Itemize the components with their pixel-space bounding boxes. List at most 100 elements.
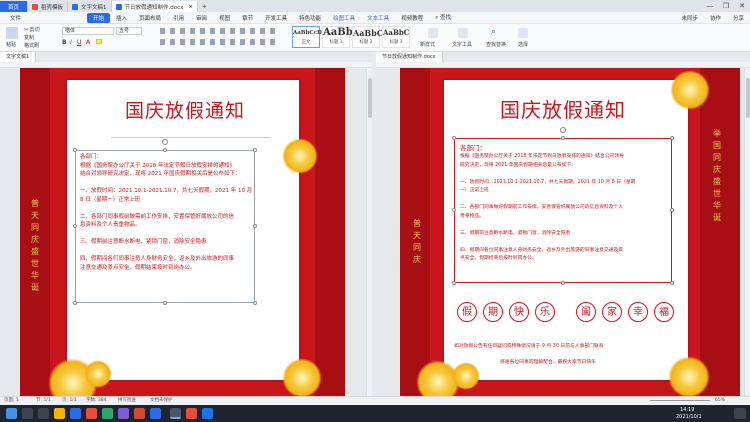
left-scrollbar[interactable] xyxy=(366,68,372,396)
select-icon[interactable] xyxy=(518,28,528,38)
menu-reference[interactable]: 引用 xyxy=(167,14,190,22)
menu-features[interactable]: 特色功能 xyxy=(293,14,327,22)
find-replace-icon[interactable]: ⌕ xyxy=(491,27,496,37)
italic-button[interactable]: I xyxy=(70,39,72,46)
zoom-slider[interactable] xyxy=(650,400,710,401)
resize-handle[interactable] xyxy=(452,208,456,212)
font-select[interactable]: 楷体 xyxy=(62,27,114,35)
menu-drawing-tools[interactable]: 绘图工具 xyxy=(327,14,361,22)
text-tools-icon[interactable] xyxy=(458,28,468,38)
minimize-button[interactable]: — xyxy=(702,0,718,12)
menu-start[interactable]: 开始 xyxy=(87,12,111,23)
highlight-icon[interactable] xyxy=(96,39,102,44)
menu-developer[interactable]: 开发工具 xyxy=(259,14,293,22)
left-pane-tab[interactable]: 文字文稿1 xyxy=(0,52,37,62)
tab-docer[interactable]: 稻壳模板 xyxy=(28,1,69,12)
menu-layout[interactable]: 页面布局 xyxy=(133,14,167,22)
right-textbox[interactable]: 各部门： 根据《国务院办公厅关于 2018 年法定节假日放假安排的通知》结合公司… xyxy=(452,127,674,285)
menu-video-tutorial[interactable]: 视频教程 xyxy=(395,14,429,22)
browser-icon[interactable] xyxy=(70,408,81,419)
style-normal[interactable]: AaBbCcDd 正文 xyxy=(292,26,326,48)
app-icon[interactable] xyxy=(150,408,161,419)
resize-handle[interactable] xyxy=(253,224,257,228)
select-button[interactable]: 选择 xyxy=(518,41,528,48)
copy-button[interactable]: 复制 xyxy=(24,34,34,41)
app-icon[interactable] xyxy=(134,408,145,419)
menu-search[interactable]: ⌕ 查找 xyxy=(429,13,457,22)
format-painter-button[interactable]: 格式刷 xyxy=(24,42,39,49)
find-replace-button[interactable]: 查找替换 xyxy=(486,41,506,48)
tab-doc1[interactable]: 文字文稿1 xyxy=(68,1,112,12)
start-icon[interactable] xyxy=(6,408,17,419)
new-style-icon[interactable] xyxy=(428,28,438,38)
status-protect[interactable]: 文档未保护 xyxy=(150,397,173,405)
left-textbox[interactable]: 各部门： 根据《国务院办公厅关于 2018 年法定节假日放假安排的通知》 结合对… xyxy=(73,139,257,305)
cut-button[interactable]: ✂ 剪切 xyxy=(24,26,40,33)
sync-status[interactable]: 未同步 xyxy=(675,14,704,22)
paste-icon[interactable] xyxy=(6,27,18,39)
share-button[interactable]: 分享 xyxy=(727,14,750,22)
style-heading2[interactable]: AaBbC 标题 2 xyxy=(352,26,383,48)
resize-handle[interactable] xyxy=(670,136,674,140)
paragraph-tools[interactable] xyxy=(160,28,280,34)
menu-insert[interactable]: 插入 xyxy=(110,14,133,22)
wps-icon[interactable] xyxy=(86,408,97,419)
menu-section[interactable]: 章节 xyxy=(236,14,259,22)
resize-handle[interactable] xyxy=(253,301,257,305)
left-body-text[interactable]: 各部门： 根据《国务院办公厅关于 2018 年法定节假日放假安排的通知》 结合对… xyxy=(80,153,252,272)
app-icon[interactable] xyxy=(118,408,129,419)
style-heading3[interactable]: AaBbC 标题 3 xyxy=(382,26,410,48)
maximize-button[interactable]: ❐ xyxy=(718,0,734,12)
active-app-icon[interactable] xyxy=(170,408,181,419)
right-pane-tab[interactable]: 节日放假通知制作.docx xyxy=(376,52,443,62)
zoom-level[interactable]: 65% xyxy=(715,397,725,405)
resize-handle[interactable] xyxy=(73,301,77,305)
menu-file[interactable]: 文件 xyxy=(4,14,27,22)
new-tab-button[interactable]: + xyxy=(198,1,211,12)
rotate-handle[interactable] xyxy=(162,139,168,145)
app-icon[interactable] xyxy=(102,408,113,419)
tab-home[interactable]: 首页 xyxy=(0,1,29,12)
resize-handle[interactable] xyxy=(561,281,565,285)
right-scrollbar[interactable] xyxy=(744,68,750,396)
menu-view[interactable]: 视图 xyxy=(213,14,236,22)
close-window-button[interactable]: ✕ xyxy=(734,0,750,12)
search-icon[interactable] xyxy=(22,408,33,419)
style-heading1[interactable]: AaBb 标题 1 xyxy=(322,26,353,48)
resize-handle[interactable] xyxy=(561,136,565,140)
close-tab-icon[interactable]: × xyxy=(188,4,193,10)
paste-button[interactable]: 粘贴 xyxy=(6,41,16,48)
menu-review[interactable]: 审阅 xyxy=(190,14,213,22)
left-scroll-thumb[interactable] xyxy=(368,78,372,118)
clock-date[interactable]: 2021/10/1 xyxy=(676,414,702,420)
notification-icon[interactable] xyxy=(734,408,746,419)
status-words[interactable]: 字数: 384 xyxy=(86,397,107,405)
text-tools-button[interactable]: 文字工具 xyxy=(452,41,472,48)
file-explorer-icon[interactable] xyxy=(54,408,65,419)
resize-handle[interactable] xyxy=(670,208,674,212)
task-view-icon[interactable] xyxy=(38,408,49,419)
resize-handle[interactable] xyxy=(73,224,77,228)
font-color-button[interactable]: A xyxy=(86,39,90,46)
app-icon[interactable] xyxy=(186,408,197,419)
resize-handle[interactable] xyxy=(163,301,167,305)
menu-text-tools[interactable]: 文本工具 xyxy=(361,14,395,22)
resize-handle[interactable] xyxy=(253,148,257,152)
app-icon[interactable] xyxy=(202,408,213,419)
tab-holiday-doc[interactable]: 节日放假通知制作.docx × xyxy=(111,1,199,12)
alignment-tools[interactable] xyxy=(160,39,280,45)
right-body-text[interactable]: 各部门： 根据《国务院办公厅关于 2018 年法定节假日放假安排的通知》结合公司… xyxy=(460,143,635,264)
resize-handle[interactable] xyxy=(452,281,456,285)
bold-button[interactable]: B xyxy=(62,39,67,46)
collaborate-button[interactable]: 协作 xyxy=(704,14,727,22)
clock-time[interactable]: 14:19 xyxy=(680,407,694,413)
right-scroll-thumb[interactable] xyxy=(746,78,750,118)
resize-handle[interactable] xyxy=(452,136,456,140)
underline-button[interactable]: U xyxy=(77,39,81,46)
rotate-handle[interactable] xyxy=(560,127,566,133)
font-size-select[interactable]: 五号 xyxy=(116,27,142,35)
status-spellcheck[interactable]: 拼写检查 xyxy=(118,397,136,405)
resize-handle[interactable] xyxy=(670,281,674,285)
resize-handle[interactable] xyxy=(163,148,167,152)
new-style-button[interactable]: 新样式 xyxy=(420,41,435,48)
